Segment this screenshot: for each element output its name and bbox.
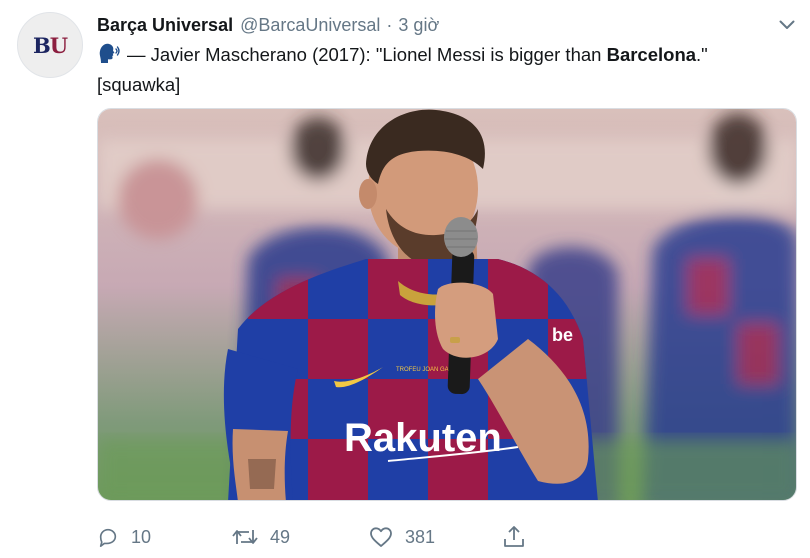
- like-button[interactable]: 381: [369, 520, 435, 554]
- tweet-text-quote: — Javier Mascherano (2017): "Lionel Mess…: [127, 44, 607, 65]
- tweet-menu-button[interactable]: [776, 14, 798, 36]
- share-button[interactable]: [503, 520, 525, 554]
- tweet-text-bold: Barcelona: [606, 44, 697, 65]
- author-name[interactable]: Barça Universal: [97, 15, 233, 36]
- avatar[interactable]: BU: [17, 12, 83, 78]
- tweet[interactable]: BU Barça Universal @BarcaUniversal · 3 g…: [0, 0, 810, 558]
- author-handle[interactable]: @BarcaUniversal: [240, 15, 380, 36]
- shirt-sponsor-text: Rakuten: [344, 416, 502, 460]
- speaking-head-icon: [97, 42, 121, 71]
- retweet-button[interactable]: 49: [232, 520, 290, 554]
- tweet-text-source: [squawka]: [97, 74, 181, 95]
- tweet-text: — Javier Mascherano (2017): "Lionel Mess…: [97, 41, 797, 98]
- timestamp[interactable]: 3 giờ: [398, 15, 439, 36]
- retweet-count: 49: [270, 526, 291, 547]
- heart-icon: [370, 527, 392, 547]
- photo-messi-microphone: Rakuten TROFEU JOAN GAMPER be: [98, 109, 796, 500]
- avatar-letter-u: U: [49, 32, 68, 58]
- tweet-actions: 10 49 381: [97, 520, 797, 554]
- sleeve-text: be: [552, 325, 573, 345]
- retweet-icon: [232, 530, 258, 544]
- reply-count: 10: [131, 526, 152, 547]
- tweet-header: Barça Universal @BarcaUniversal · 3 giờ: [97, 12, 439, 38]
- like-count: 381: [405, 526, 436, 547]
- tweet-media-photo[interactable]: Rakuten TROFEU JOAN GAMPER be: [97, 108, 797, 501]
- chevron-down-icon: [779, 20, 795, 29]
- reply-button[interactable]: 10: [97, 520, 151, 554]
- avatar-logo: BU: [32, 32, 68, 58]
- tweet-text-end: .": [696, 44, 708, 65]
- share-icon: [504, 526, 524, 547]
- reply-icon: [99, 528, 117, 547]
- separator-dot: ·: [386, 14, 393, 35]
- avatar-letter-b: B: [32, 32, 51, 58]
